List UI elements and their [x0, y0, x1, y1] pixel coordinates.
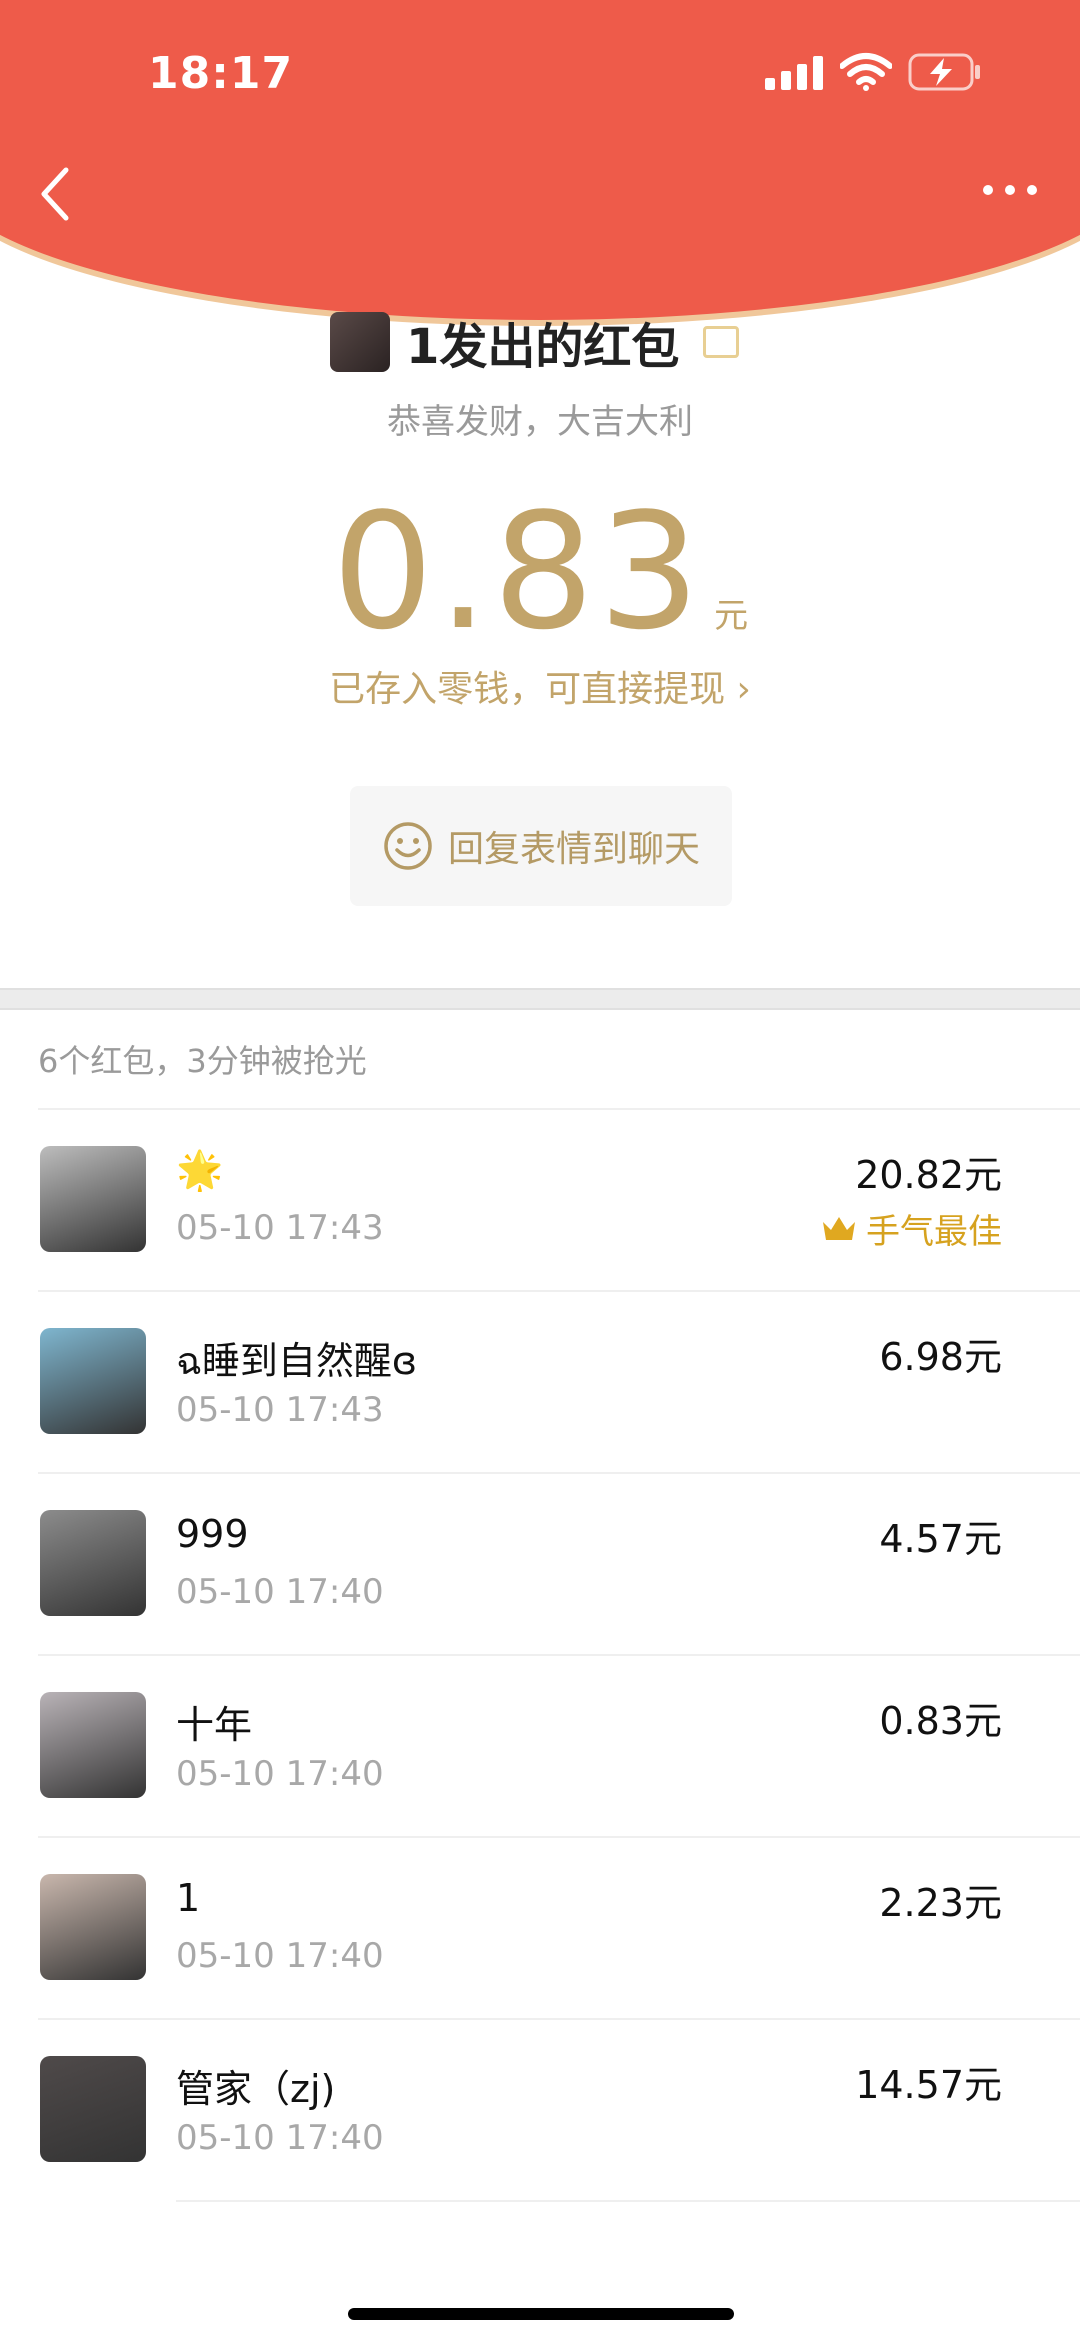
amount-unit: 元: [714, 596, 749, 636]
record-row[interactable]: 十年 05-10 17:40 0.83元: [38, 1654, 1080, 1836]
sender-avatar[interactable]: [330, 312, 390, 372]
back-icon[interactable]: [36, 164, 76, 224]
record-row[interactable]: 1 05-10 17:40 2.23元: [38, 1836, 1080, 2018]
best-luck-label: 手气最佳: [866, 1212, 1002, 1252]
signal-icon: [765, 56, 823, 90]
record-name: 999: [176, 1512, 249, 1556]
record-amount: 20.82元: [855, 1153, 1002, 1197]
smiley-icon: [384, 822, 432, 870]
claim-records-list: 🌟 05-10 17:43 20.82元 手气最佳 ฉ睡到自然醒ɞ 05-10 …: [0, 1108, 1080, 2202]
record-row[interactable]: ฉ睡到自然醒ɞ 05-10 17:43 6.98元: [38, 1290, 1080, 1472]
received-amount: 0.83 元: [0, 478, 1080, 665]
section-divider: [0, 988, 1080, 1010]
crown-icon: [823, 1216, 855, 1240]
record-time: 05-10 17:43: [176, 1208, 384, 1248]
sender-title: 1发出的红包: [406, 319, 680, 375]
reply-button-label: 回复表情到聊天: [447, 829, 700, 870]
record-amount: 4.57元: [879, 1517, 1002, 1561]
status-time: 18:17: [148, 48, 294, 99]
record-avatar[interactable]: [40, 1328, 146, 1434]
record-amount: 6.98元: [879, 1335, 1002, 1379]
record-amount: 2.23元: [879, 1881, 1002, 1925]
record-name: 管家（zj): [176, 2067, 336, 2111]
sender-badge-icon: [703, 326, 740, 358]
amount-value: 0.83: [331, 478, 705, 665]
record-avatar[interactable]: [40, 1874, 146, 1980]
wallet-link[interactable]: 已存入零钱，可直接提现 ›: [0, 660, 1080, 712]
home-indicator[interactable]: [348, 2308, 734, 2320]
record-name: ฉ睡到自然醒ɞ: [176, 1339, 418, 1383]
more-icon[interactable]: [980, 180, 1040, 200]
record-time: 05-10 17:43: [176, 1390, 384, 1430]
battery-charging-icon: [908, 53, 980, 91]
record-row[interactable]: 🌟 05-10 17:43 20.82元 手气最佳: [38, 1108, 1080, 1290]
record-name: 🌟: [176, 1148, 224, 1192]
red-packet-header: 18:17: [0, 0, 1080, 330]
record-time: 05-10 17:40: [176, 1936, 384, 1976]
record-avatar[interactable]: [40, 1510, 146, 1616]
record-time: 05-10 17:40: [176, 1572, 384, 1612]
reply-emoji-button[interactable]: 回复表情到聊天: [350, 786, 732, 906]
greeting-text: 恭喜发财，大吉大利: [387, 402, 693, 442]
record-name: 十年: [176, 1703, 253, 1747]
record-row[interactable]: 管家（zj) 05-10 17:40 14.57元: [38, 2018, 1080, 2200]
sender-line: 1发出的红包: [330, 312, 740, 375]
record-avatar[interactable]: [40, 2056, 146, 2162]
record-time: 05-10 17:40: [176, 1754, 384, 1794]
record-name: 1: [176, 1876, 201, 1920]
record-avatar[interactable]: [40, 1146, 146, 1252]
list-end-divider: [176, 2200, 1080, 2202]
best-luck-badge: 手气最佳: [820, 1204, 1002, 1253]
record-row[interactable]: 999 05-10 17:40 4.57元: [38, 1472, 1080, 1654]
record-time: 05-10 17:40: [176, 2118, 384, 2158]
packet-summary: 6个红包，3分钟被抢光: [38, 1042, 367, 1080]
record-amount: 14.57元: [855, 2063, 1002, 2107]
wifi-icon: [840, 53, 892, 91]
record-amount: 0.83元: [879, 1699, 1002, 1743]
record-avatar[interactable]: [40, 1692, 146, 1798]
